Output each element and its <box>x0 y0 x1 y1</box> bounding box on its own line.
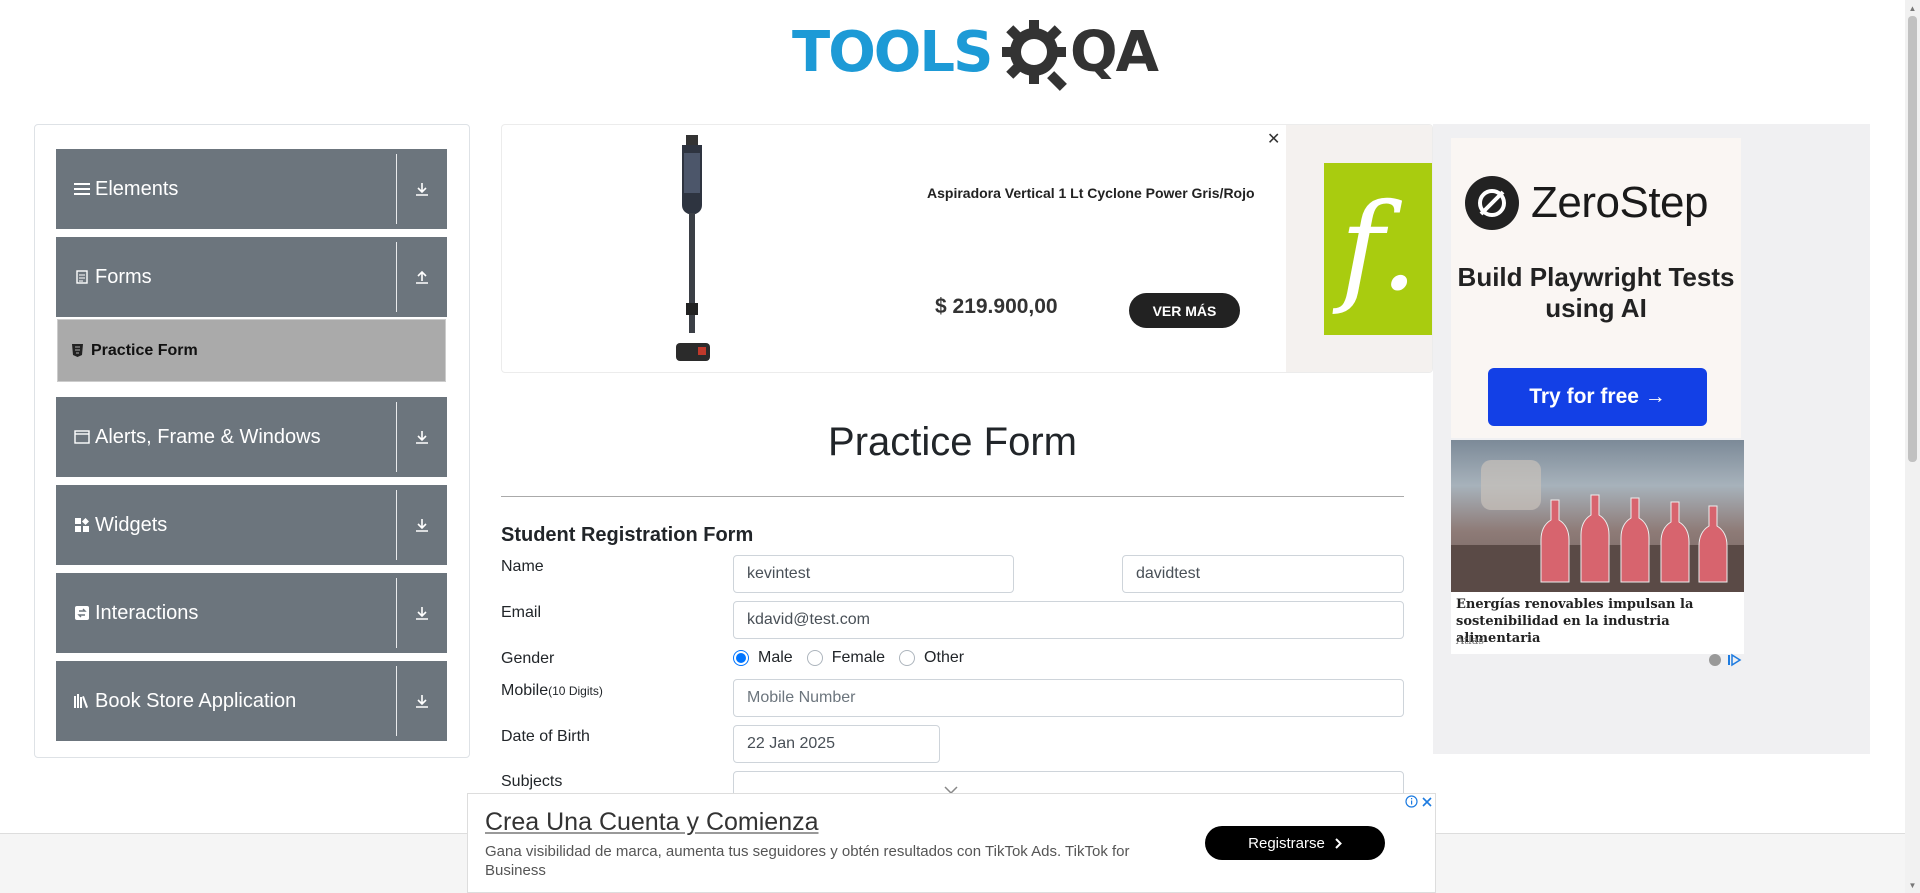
gender-radio-other[interactable]: Other <box>899 649 964 667</box>
subjects-label: Subjects <box>501 773 563 790</box>
radio-button[interactable] <box>899 650 916 666</box>
sidebar-group-label: Book Store Application <box>95 689 297 712</box>
page-title: Practice Form <box>828 420 1077 464</box>
ad-bottom-title[interactable]: Crea Una Cuenta y Comienza <box>485 808 819 837</box>
ad-product-title: Aspiradora Vertical 1 Lt Cyclone Power G… <box>927 185 1255 201</box>
logo-text-tools: TOOLS <box>792 20 993 85</box>
divider <box>396 402 397 472</box>
last-name-input[interactable]: davidtest <box>1122 555 1404 593</box>
gender-label: Gender <box>501 650 555 667</box>
download-arrow-icon <box>397 605 447 621</box>
upload-arrow-icon <box>397 269 447 285</box>
mobile-hint: (10 Digits) <box>548 684 603 698</box>
divider <box>396 578 397 648</box>
vacuum-product-image <box>676 135 710 361</box>
ad-sidebar-right[interactable]: ZeroStep Build Playwright Tests using AI… <box>1433 124 1870 754</box>
adchoices-icon[interactable] <box>1708 653 1744 670</box>
radio-label: Male <box>758 649 793 666</box>
sidebar-group-alerts[interactable]: Alerts, Frame & Windows <box>56 397 447 477</box>
news-headline[interactable]: Energías renovables impulsan la sostenib… <box>1456 596 1741 647</box>
title-divider <box>501 496 1404 497</box>
hamburger-icon <box>73 180 91 198</box>
mobile-number-input[interactable]: Mobile Number <box>733 679 1404 717</box>
gender-radio-male[interactable]: Male <box>733 649 793 667</box>
mobile-label-text: Mobile <box>501 682 549 699</box>
news-ad-card[interactable]: Energías renovables impulsan la sostenib… <box>1451 440 1744 654</box>
radio-label: Other <box>924 649 965 666</box>
sidebar-group-forms[interactable]: Forms <box>56 237 447 317</box>
ad-controls <box>1404 794 1434 809</box>
registrarse-button[interactable]: Registrarse <box>1205 826 1385 860</box>
zerostep-ad[interactable]: ZeroStep Build Playwright Tests using AI… <box>1451 138 1741 438</box>
email-label: Email <box>501 604 542 621</box>
ad-banner-top[interactable]: Aspiradora Vertical 1 Lt Cyclone Power G… <box>501 124 1433 373</box>
sidebar-group-interactions[interactable]: Interactions <box>56 573 447 653</box>
sidebar: Elements Forms Practice Form Alerts, Fra… <box>34 124 470 758</box>
gender-radio-group: Male Female Other <box>733 649 978 667</box>
books-icon <box>73 692 91 710</box>
sidebar-group-label: Elements <box>95 177 179 200</box>
zerostep-logo: ZeroStep <box>1465 176 1708 230</box>
toolsqa-logo[interactable]: TOOLS QA <box>792 14 1159 92</box>
widgets-icon <box>73 516 91 534</box>
try-for-free-button[interactable]: Try for free → <box>1488 368 1707 426</box>
ad-close-icon[interactable] <box>1419 794 1434 809</box>
gender-radio-female[interactable]: Female <box>806 649 886 667</box>
ad-banner-bottom[interactable]: Crea Una Cuenta y Comienza Gana visibili… <box>467 793 1436 893</box>
download-arrow-icon <box>397 693 447 709</box>
zerostep-brand: ZeroStep <box>1531 178 1708 227</box>
sidebar-item-label: Practice Form <box>91 341 198 359</box>
divider <box>396 666 397 736</box>
first-name-input[interactable]: kevintest <box>733 555 1014 593</box>
logo-text-qa: QA <box>1070 20 1159 85</box>
download-arrow-icon <box>397 181 447 197</box>
ad-brand-logo: f. <box>1324 163 1432 335</box>
sidebar-group-label: Forms <box>95 265 152 288</box>
ad-close-icon[interactable]: ✕ <box>1267 129 1280 149</box>
zerostep-mark-icon <box>1465 176 1519 230</box>
sidebar-group-widgets[interactable]: Widgets <box>56 485 447 565</box>
interactions-icon <box>73 604 91 622</box>
sidebar-group-elements[interactable]: Elements <box>56 149 447 229</box>
divider <box>396 154 397 224</box>
news-source: Atlas <box>1456 634 1484 647</box>
mobile-label: Mobile(10 Digits) <box>501 682 603 700</box>
sidebar-group-label: Interactions <box>95 601 199 624</box>
page-scrollbar[interactable]: ▲ ▼ <box>1905 0 1920 893</box>
date-of-birth-label: Date of Birth <box>501 728 590 745</box>
ad-brand-letter: f. <box>1339 179 1419 318</box>
bottling-line-image <box>1451 440 1744 592</box>
radio-label: Female <box>831 649 886 666</box>
scroll-up-icon[interactable]: ▲ <box>1905 0 1920 16</box>
divider <box>396 490 397 560</box>
divider <box>396 242 397 312</box>
ad-ver-mas-button[interactable]: VER MÁS <box>1129 293 1240 328</box>
html-icon <box>72 344 83 357</box>
sidebar-group-book-store[interactable]: Book Store Application <box>56 661 447 741</box>
sidebar-item-practice-form[interactable]: Practice Form <box>57 319 446 382</box>
sidebar-group-label: Widgets <box>95 513 168 536</box>
window-icon <box>73 428 91 446</box>
chevron-right-icon <box>1335 837 1342 849</box>
registrarse-label: Registrarse <box>1248 834 1325 852</box>
name-label: Name <box>501 558 544 575</box>
scroll-down-icon[interactable]: ▼ <box>1905 877 1920 893</box>
ad-info-icon[interactable] <box>1404 794 1419 809</box>
zerostep-tagline: Build Playwright Tests using AI <box>1457 262 1735 323</box>
radio-button[interactable] <box>806 650 823 666</box>
radio-button-checked[interactable] <box>733 650 749 666</box>
scrollbar-thumb[interactable] <box>1908 16 1917 462</box>
date-of-birth-input[interactable]: 22 Jan 2025 <box>733 725 940 763</box>
ad-product-price: $ 219.900,00 <box>935 295 1058 318</box>
form-subtitle: Student Registration Form <box>501 524 754 546</box>
sidebar-group-label: Alerts, Frame & Windows <box>95 425 321 448</box>
gear-icon <box>1002 20 1067 91</box>
download-arrow-icon <box>397 429 447 445</box>
ad-bottom-description: Gana visibilidad de marca, aumenta tus s… <box>485 843 1130 879</box>
email-input[interactable]: kdavid@test.com <box>733 601 1404 639</box>
download-arrow-icon <box>397 517 447 533</box>
document-icon <box>73 268 91 286</box>
